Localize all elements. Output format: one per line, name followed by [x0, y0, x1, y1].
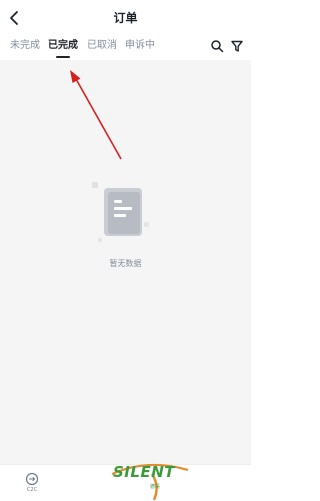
page-title: 订单 — [113, 11, 138, 25]
active-tab-indicator — [56, 56, 70, 58]
c2c-label[interactable]: C2C — [20, 487, 44, 493]
tab-appeal[interactable]: 申诉中 — [125, 40, 155, 52]
empty-document-icon — [92, 182, 149, 242]
c2c-icon[interactable] — [25, 472, 39, 486]
tab-cancelled[interactable]: 已取消 — [87, 40, 117, 52]
header: 订单 — [0, 0, 251, 36]
watermark-wordmark: SILENT — [113, 463, 175, 481]
top-area: 订单 未完成 已完成 已取消 申诉中 — [0, 0, 251, 60]
empty-state-text: 暂无数据 — [109, 259, 142, 268]
tab-completed[interactable]: 已完成 — [48, 40, 78, 52]
tab-incomplete[interactable]: 未完成 — [10, 40, 40, 52]
filter-icon[interactable] — [230, 39, 244, 53]
search-icon[interactable] — [210, 39, 224, 53]
watermark-sub: 德哥 — [150, 484, 161, 490]
